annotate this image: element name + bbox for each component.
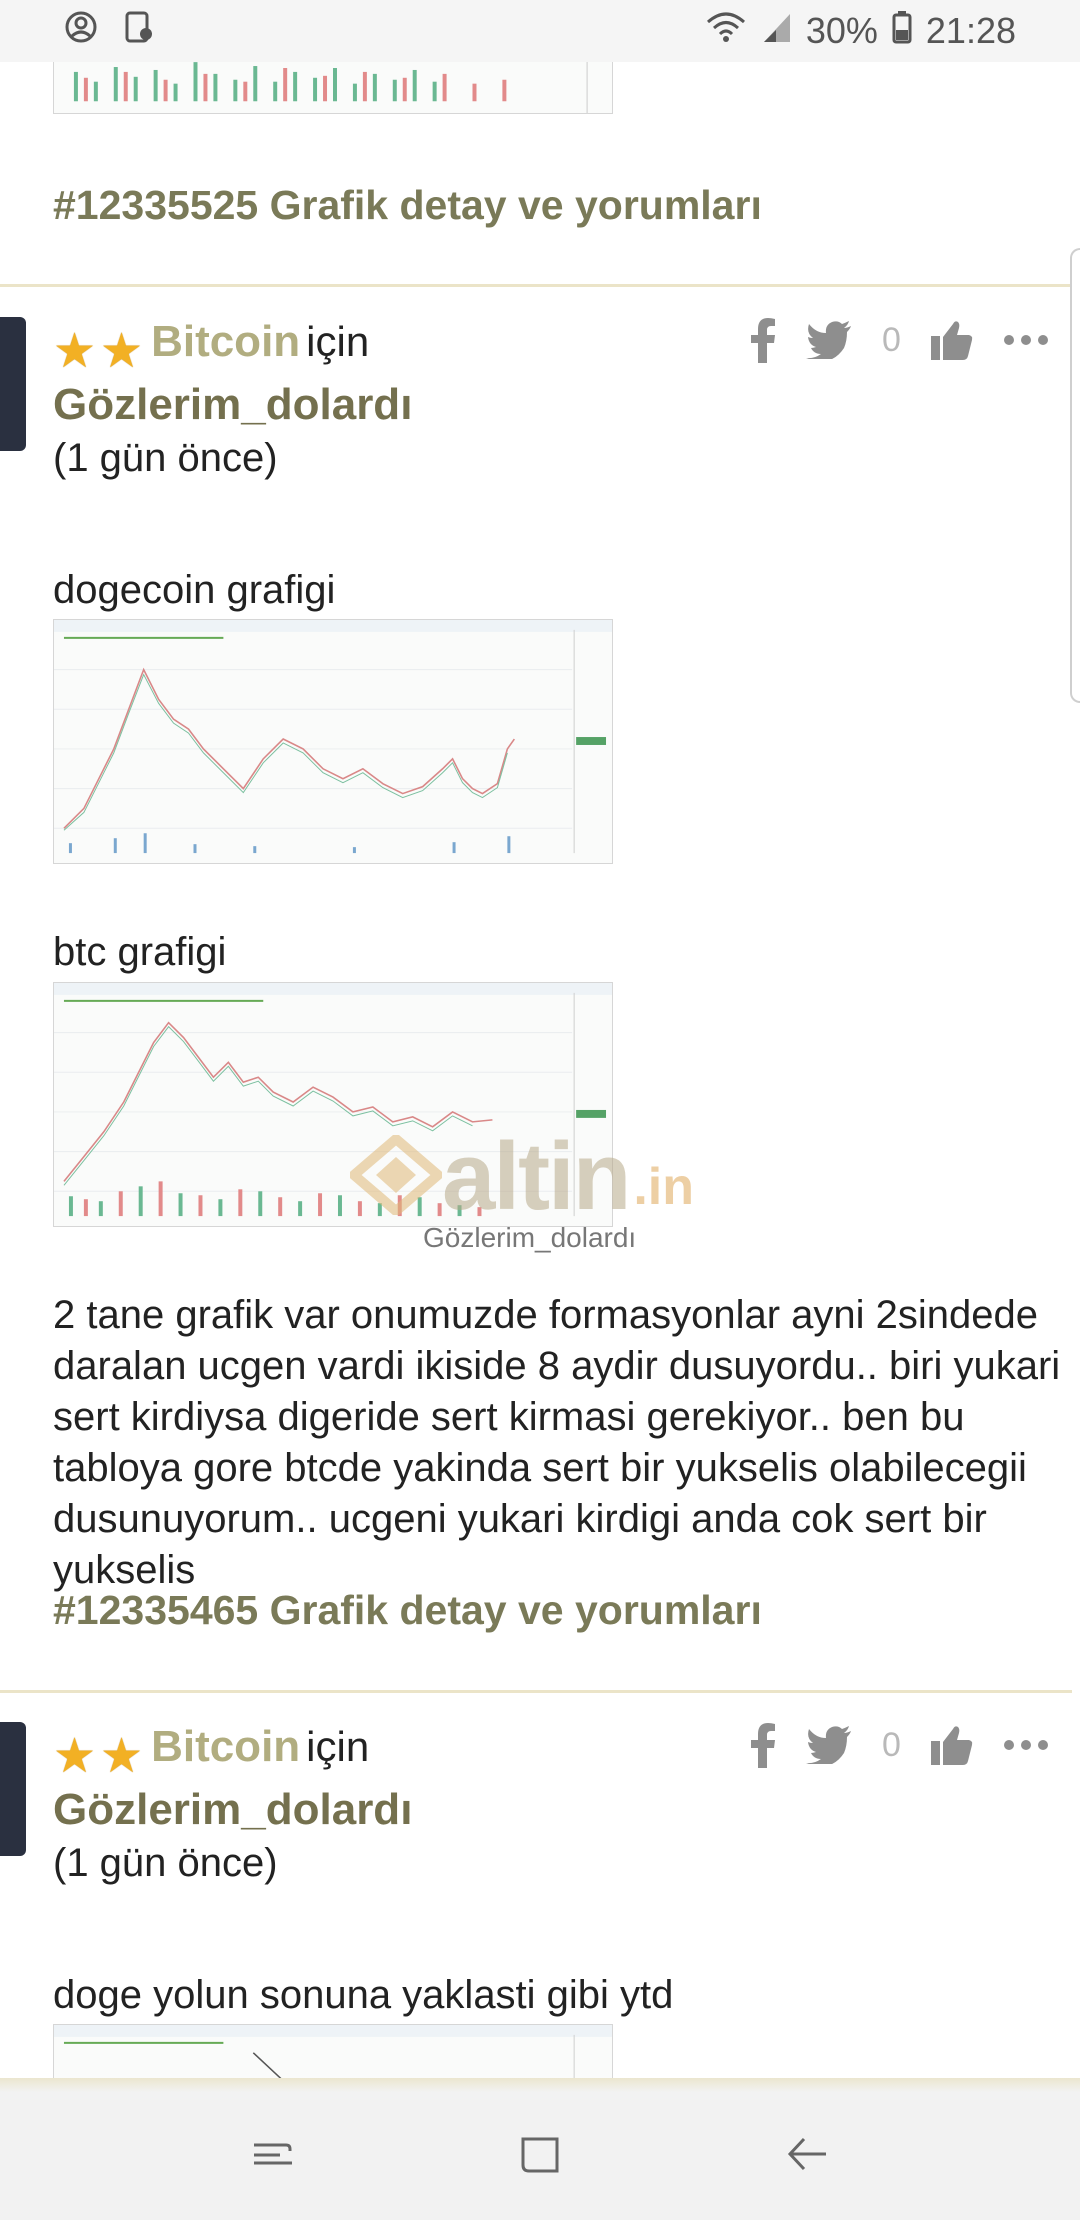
rating-stars: ★ ★ xyxy=(53,1729,144,1783)
author-link[interactable]: Gözlerim_dolardı xyxy=(53,1785,412,1835)
post-caption: dogecoin grafigi xyxy=(53,568,336,612)
facebook-icon[interactable] xyxy=(750,317,776,363)
like-count: 0 xyxy=(882,1725,901,1764)
bottom-shade xyxy=(0,2078,1080,2092)
clock: 21:28 xyxy=(925,10,1016,51)
coin-link[interactable]: Bitcoin xyxy=(151,1722,300,1771)
nav-bar xyxy=(0,2092,1080,2220)
star-icon: ★ xyxy=(53,324,97,378)
battery-percent: 30% xyxy=(805,10,878,51)
post-header: ★ ★ Bitcoin için Gözlerim_dolardı (1 gün … xyxy=(53,317,412,481)
watermark-tld: .in xyxy=(633,1158,695,1216)
post-time: (1 gün önce) xyxy=(53,435,278,480)
post-actions: 0 xyxy=(750,1722,1080,1768)
post-card: ★ ★ Bitcoin için Gözlerim_dolardı (1 gün … xyxy=(0,317,1080,1717)
rating-stars: ★ ★ xyxy=(53,324,144,378)
detail-link[interactable]: #12335465 Grafik detay ve yorumları xyxy=(53,1587,762,1634)
thumbs-up-icon[interactable] xyxy=(930,320,973,360)
watermark: altin .in xyxy=(346,1122,695,1232)
coin-link[interactable]: Bitcoin xyxy=(151,317,300,366)
post-caption: btc grafigi xyxy=(53,930,227,974)
coin-suffix: için xyxy=(306,1723,370,1770)
post-actions: 0 xyxy=(750,317,1080,363)
coin-suffix: için xyxy=(306,318,370,365)
star-icon: ★ xyxy=(100,1729,144,1783)
watermark-logo-icon xyxy=(346,1131,446,1220)
watermark-text: altin xyxy=(442,1123,631,1230)
twitter-icon[interactable] xyxy=(806,321,852,359)
battery-icon xyxy=(892,10,912,53)
post-caption: doge yolun sonuna yaklasti gibi ytd xyxy=(53,1973,674,2017)
post-card: ★ ★ Bitcoin için Gözlerim_dolardı (1 gün … xyxy=(0,1722,1080,2092)
more-icon[interactable] xyxy=(1003,334,1049,346)
image-credit: Gözlerim_dolardı xyxy=(423,1222,637,1253)
screenshot-icon xyxy=(122,10,156,53)
back-icon[interactable] xyxy=(784,2131,830,2182)
account-circle-icon xyxy=(64,10,98,53)
status-left xyxy=(64,10,156,53)
facebook-icon[interactable] xyxy=(750,1722,776,1768)
like-count: 0 xyxy=(882,320,901,359)
feed[interactable]: #12335525 Grafik detay ve yorumları ★ ★ … xyxy=(0,62,1080,2092)
status-right: 30% 21:28 xyxy=(704,10,1016,53)
avatar[interactable] xyxy=(0,1722,26,1856)
post-body: 2 tane grafik var onumuzde formasyonlar … xyxy=(53,1293,1061,1592)
home-icon[interactable] xyxy=(517,2131,563,2182)
star-icon: ★ xyxy=(100,324,144,378)
chart-image-partial[interactable] xyxy=(53,62,613,114)
author-link[interactable]: Gözlerim_dolardı xyxy=(53,380,412,430)
more-icon[interactable] xyxy=(1003,1739,1049,1751)
signal-icon xyxy=(762,10,792,53)
scroll-indicator xyxy=(1070,248,1080,703)
detail-link[interactable]: #12335525 Grafik detay ve yorumları xyxy=(53,182,762,229)
divider xyxy=(0,284,1072,287)
chart-image-doge[interactable] xyxy=(53,619,613,864)
post-header: ★ ★ Bitcoin için Gözlerim_dolardı (1 gün … xyxy=(53,1722,412,1886)
recent-apps-icon[interactable] xyxy=(250,2131,296,2182)
post-time: (1 gün önce) xyxy=(53,1840,278,1885)
status-bar: 30% 21:28 xyxy=(0,0,1080,62)
wifi-icon xyxy=(704,10,748,53)
twitter-icon[interactable] xyxy=(806,1726,852,1764)
divider xyxy=(0,1690,1072,1693)
thumbs-up-icon[interactable] xyxy=(930,1725,973,1765)
avatar[interactable] xyxy=(0,317,26,451)
star-icon: ★ xyxy=(53,1729,97,1783)
